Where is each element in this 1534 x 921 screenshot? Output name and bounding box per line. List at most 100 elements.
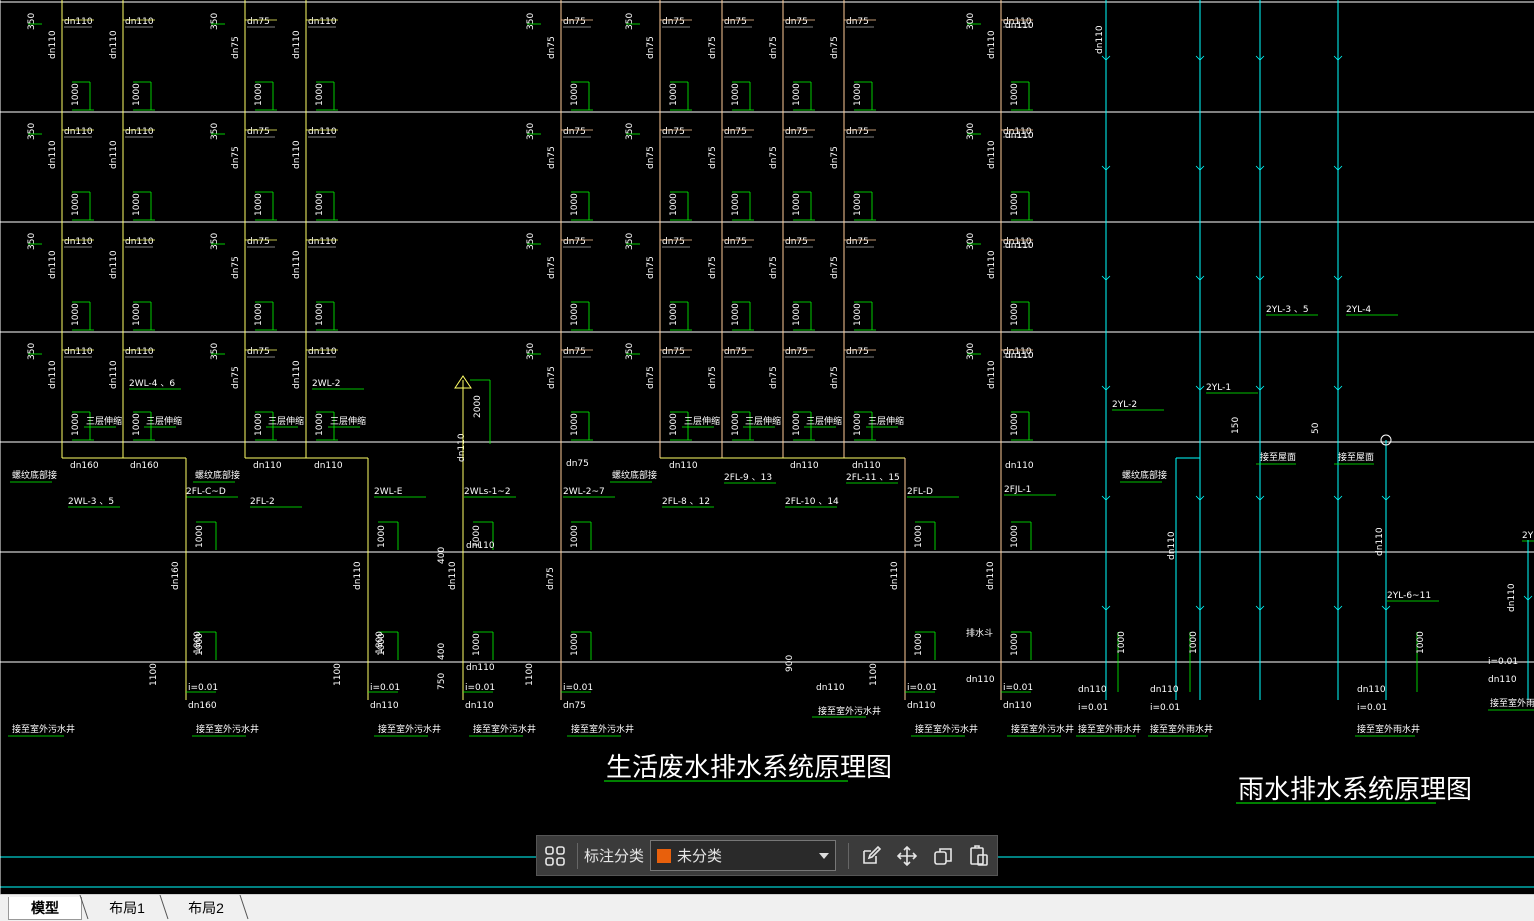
pipe-size-vertical-label: dn75 [708, 146, 718, 169]
pipe-size-vertical-label: dn75 [769, 36, 779, 59]
floor-check-note: 三层伸缩 [268, 415, 304, 427]
pipe-size-vertical-label: dn110 [1507, 583, 1517, 612]
pipe-size-vertical-label: dn110 [292, 360, 302, 389]
move-icon [896, 845, 918, 866]
dim-1000-label: 1000 [472, 633, 482, 656]
pipe-size-label: dn110 [1488, 675, 1517, 685]
riser-label: 2FL-2 [250, 497, 275, 507]
outlet-note: 接至室外污水井 [818, 705, 881, 717]
paste-annotation-button[interactable] [961, 838, 997, 874]
dim-label: 350 [526, 13, 536, 30]
dim-1000-label: 1000 [132, 83, 142, 106]
riser-label: 2YL-4 [1346, 305, 1371, 315]
pipe-size-label: dn110 [125, 17, 154, 27]
grid-menu-icon[interactable] [537, 838, 573, 874]
pipe-size-label: dn110 [125, 347, 154, 357]
pipe-size-vertical-label: dn110 [987, 360, 997, 389]
dim-1000-label: 1000 [377, 525, 387, 548]
dim-1000-label: 1000 [731, 303, 741, 326]
pipe-size-label: dn110 [125, 237, 154, 247]
outlet-note: 接至室外污水井 [571, 723, 634, 735]
riser-label: 2FL-10 、14 [785, 497, 839, 507]
dim-label: 350 [27, 123, 37, 140]
riser-label: 2WL-3 、5 [68, 497, 114, 507]
dim-1000-label: 1000 [71, 303, 81, 326]
slope-label: i=0.01 [1488, 657, 1518, 667]
dim-1000-label: 1000 [731, 413, 741, 436]
copy-icon [934, 847, 952, 865]
dim-1000-label: 1000 [1010, 193, 1020, 216]
dim-label: 350 [625, 343, 635, 360]
detail-note: 螺纹底部接 [12, 469, 57, 481]
cad-drawing-canvas[interactable]: dn110 dn110 1000 350 dn110 dn110 1000 350 dn110 d… [0, 0, 1534, 894]
dim-1000-label: 1000 [1189, 631, 1199, 654]
pipe-size-label: dn75 [724, 237, 747, 247]
pipe-size-vertical-label: dn75 [547, 146, 557, 169]
pipe-size-label: dn110 [1005, 351, 1034, 361]
floor-check-note: 三层伸缩 [806, 415, 842, 427]
dim-label: 350 [526, 233, 536, 250]
slope-label: i=0.01 [188, 683, 218, 693]
pipe-size-vertical-label: dn75 [646, 256, 656, 279]
pipe-size-label: dn75 [563, 237, 586, 247]
pipe-size-label: dn110 [1150, 685, 1179, 695]
edit-annotation-button[interactable] [853, 838, 889, 874]
outlet-note: 接至室外雨水井 [1150, 723, 1213, 735]
vent-note: 接至屋面 [1260, 451, 1296, 463]
cad-drawing-svg[interactable]: dn110 dn110 1000 350 dn110 dn110 1000 350 dn110 d… [0, 0, 1534, 894]
floor-check-note: 三层伸缩 [868, 415, 904, 427]
dim-1000-label: 1000 [1010, 413, 1020, 436]
riser-label: 2FL-9 、13 [724, 473, 772, 483]
pipe-size-vertical-label: dn75 [547, 36, 557, 59]
pipe-size-vertical-label: dn75 [830, 146, 840, 169]
pipe-size-label: dn75 [785, 127, 808, 137]
dim-1000-label: 1000 [669, 83, 679, 106]
pipe-size-label: dn75 [785, 347, 808, 357]
pipe-size-vertical-label: dn75 [231, 256, 241, 279]
pipe-size-label: dn75 [247, 127, 270, 137]
dim-1000-label: 1000 [71, 83, 81, 106]
pipe-size-vertical-label: dn75 [708, 366, 718, 389]
dim-1000-label: 1000 [853, 83, 863, 106]
pipe-size-label: dn75 [724, 17, 747, 27]
dim-label: 350 [526, 343, 536, 360]
dim-1000-label: 1000 [853, 413, 863, 436]
pipe-size-label: dn75 [662, 347, 685, 357]
dim-1000-label: 1000 [132, 193, 142, 216]
dim-label: 150 [1231, 417, 1241, 434]
pipe-size-vertical-label: dn75 [769, 366, 779, 389]
pipe-size-label: dn110 [64, 347, 93, 357]
pipe-size-label: dn110 [64, 127, 93, 137]
slope-label: i=0.01 [370, 683, 400, 693]
layout-tab-bar: 模型 布局1 布局2 [0, 894, 1534, 921]
annotation-category-label: 标注分类 [584, 848, 645, 865]
floor-check-note: 三层伸缩 [146, 415, 182, 427]
pipe-size-label: dn110 [1005, 21, 1034, 31]
pipe-size-vertical-label: dn110 [48, 250, 58, 279]
dim-label: 300 [966, 343, 976, 360]
detail-note: 螺纹底部接 [195, 469, 240, 481]
dim-1000-label: 1000 [570, 303, 580, 326]
move-annotation-button[interactable] [889, 838, 925, 874]
dim-1000-label: 1000 [570, 193, 580, 216]
outlet-note: 接至室外污水井 [473, 723, 536, 735]
pipe-size-label: dn110 [308, 17, 337, 27]
pipe-size-label: dn110 [790, 461, 819, 471]
pipe-size-vertical-label: dn110 [48, 360, 58, 389]
pipe-size-label: dn110 [1078, 685, 1107, 695]
riser-label: 2WL-E [374, 487, 403, 497]
riser-label: 2WL-2 [312, 379, 340, 389]
dim-1000-label: 1000 [1416, 631, 1426, 654]
pipe-size-label: dn110 [1003, 701, 1032, 711]
dim-label: 2000 [473, 395, 483, 418]
pipe-size-label: dn110 [1005, 241, 1034, 251]
pipe-size-label: dn75 [662, 17, 685, 27]
pipe-size-label: dn110 [253, 461, 282, 471]
dim-label: 350 [210, 343, 220, 360]
annotation-category-dropdown[interactable]: 未分类 [650, 840, 837, 871]
pipe-size-label: dn110 [907, 701, 936, 711]
dim-1000-label: 1000 [195, 525, 205, 548]
dim-1000-label: 1000 [254, 303, 264, 326]
copy-annotation-button[interactable] [925, 838, 961, 874]
dim-1000-label: 1000 [731, 83, 741, 106]
